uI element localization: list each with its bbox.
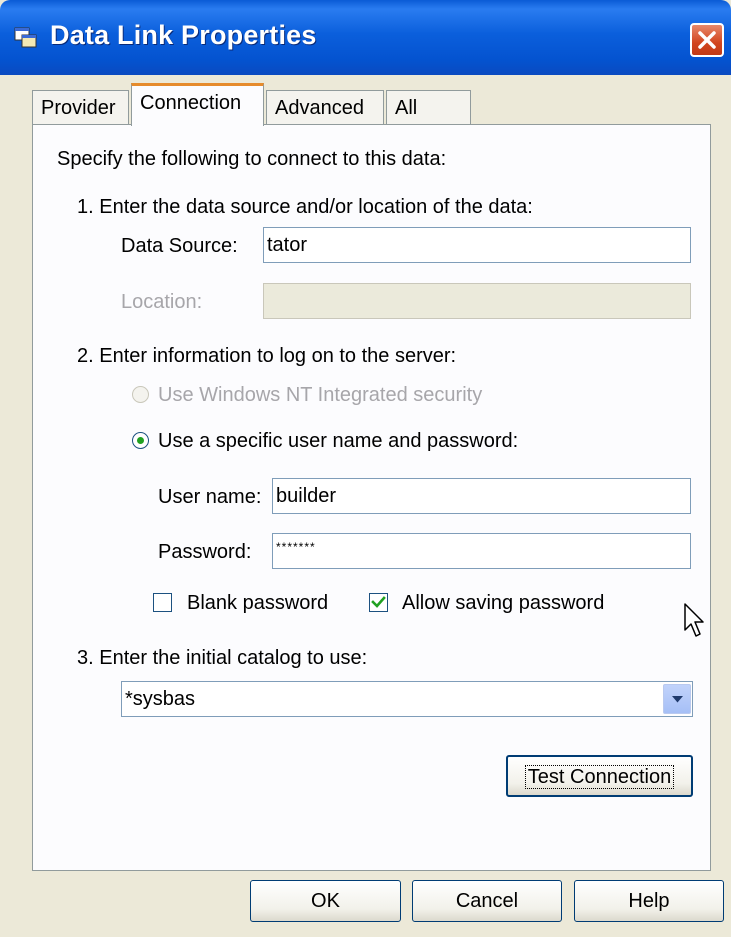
specific-user-radio[interactable] — [132, 432, 149, 449]
data-source-label: Data Source: — [121, 235, 238, 257]
tab-all-label: All — [395, 97, 418, 119]
allow-saving-password-checkbox[interactable] — [369, 593, 388, 612]
step1-heading: 1. Enter the data source and/or location… — [77, 196, 533, 218]
user-name-label: User name: — [158, 486, 262, 508]
close-button[interactable] — [690, 23, 724, 57]
step3-heading: 3. Enter the initial catalog to use: — [77, 647, 368, 669]
window-title: Data Link Properties — [50, 20, 317, 50]
tab-provider-label: Provider — [41, 97, 116, 119]
blank-password-label: Blank password — [187, 592, 329, 614]
password-input[interactable]: ******* — [272, 533, 691, 569]
tab-connection[interactable]: Connection — [131, 83, 264, 126]
help-button[interactable]: Help — [574, 880, 724, 922]
password-label: Password: — [158, 541, 252, 563]
tab-connection-label: Connection — [140, 92, 242, 114]
mouse-pointer-icon — [684, 603, 704, 637]
initial-catalog-combobox[interactable]: *sysbas — [121, 681, 693, 717]
initial-catalog-value: *sysbas — [125, 688, 196, 710]
blank-password-checkbox[interactable] — [153, 593, 172, 612]
step2-heading: 2. Enter information to log on to the se… — [77, 345, 457, 367]
location-input[interactable] — [263, 283, 691, 319]
nt-security-radio[interactable] — [132, 386, 149, 403]
title-bar[interactable]: Data Link Properties — [0, 0, 731, 75]
tab-provider[interactable]: Provider — [32, 90, 129, 124]
checkmark-icon — [371, 596, 386, 608]
intro-text: Specify the following to connect to this… — [57, 148, 447, 170]
tab-advanced-label: Advanced — [275, 97, 364, 119]
tab-advanced[interactable]: Advanced — [266, 90, 384, 124]
user-name-input[interactable]: builder — [272, 478, 691, 514]
data-source-input[interactable]: tator — [263, 227, 691, 263]
close-icon — [698, 31, 716, 49]
test-connection-button[interactable]: Test Connection — [506, 755, 693, 797]
radio-selected-dot — [137, 437, 144, 444]
specific-user-label: Use a specific user name and password: — [158, 430, 519, 452]
tab-strip: Provider Connection Advanced All — [0, 75, 731, 126]
cancel-button[interactable]: Cancel — [412, 880, 562, 922]
location-label: Location: — [121, 291, 203, 313]
data-link-app-icon — [14, 25, 38, 49]
chevron-down-icon — [672, 696, 683, 703]
catalog-dropdown-button[interactable] — [663, 684, 691, 714]
nt-security-label: Use Windows NT Integrated security — [158, 384, 483, 406]
allow-saving-password-label: Allow saving password — [402, 592, 605, 614]
ok-button[interactable]: OK — [250, 880, 401, 922]
tab-all[interactable]: All — [386, 90, 471, 124]
test-connection-label: Test Connection — [524, 765, 675, 789]
